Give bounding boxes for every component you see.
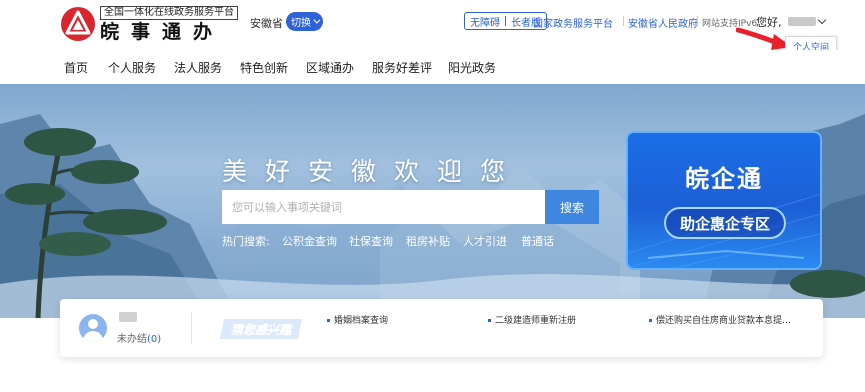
user-name-redacted[interactable] <box>788 17 816 26</box>
enterprise-zone-button[interactable]: 助企惠企专区 <box>664 207 786 239</box>
user-menu-chevron-icon[interactable] <box>817 15 827 25</box>
nav-item-open-government[interactable]: 阳光政务 <box>448 59 496 76</box>
chevron-down-icon <box>313 16 321 24</box>
promo-title: 皖企通 <box>685 165 763 193</box>
hot-search-link[interactable]: 普通话 <box>521 233 554 249</box>
avatar[interactable] <box>79 314 107 342</box>
search-button[interactable]: 搜索 <box>545 190 599 224</box>
hot-search-link[interactable]: 租房补贴 <box>406 233 450 249</box>
user-name-redacted <box>119 312 137 322</box>
national-platform-link[interactable]: 国家政务服务平台 <box>533 15 613 30</box>
interest-label: 猜您感兴趣 <box>231 323 293 337</box>
user-icon-body <box>83 331 103 342</box>
pending-label: 未办结 <box>117 334 147 345</box>
switch-region-button[interactable]: 切换 <box>286 12 323 31</box>
wanshitong-logo-icon <box>61 7 95 41</box>
hot-search-label: 热门搜索: <box>222 235 270 248</box>
nav-item-home[interactable]: 首页 <box>64 59 88 76</box>
news-item-label: 婚姻档案查询 <box>334 316 389 326</box>
provincial-government-link[interactable]: 安徽省人民政府 <box>628 15 698 30</box>
bullet-icon <box>327 319 330 322</box>
search-input[interactable] <box>222 190 545 224</box>
enterprise-promo-card[interactable]: 皖企通 助企惠企专区 <box>626 131 822 270</box>
news-item[interactable]: 偿还购买自住房商业贷款本息提… <box>649 313 791 326</box>
promo-background-lines-icon <box>628 193 820 268</box>
divider <box>623 16 624 26</box>
interest-badge: 猜您感兴趣 <box>220 319 302 339</box>
news-item[interactable]: 婚姻档案查询 <box>327 313 388 326</box>
bullet-icon <box>488 319 491 322</box>
nav-item-personal-services[interactable]: 个人服务 <box>108 59 156 76</box>
divider <box>191 312 192 344</box>
hot-search-link[interactable]: 公积金查询 <box>282 233 337 249</box>
accessibility-link[interactable]: 无障碍 <box>465 14 505 29</box>
hero-banner: 美好安徽欢迎您 搜索 热门搜索: 公积金查询 社保查询 租房补贴 人才引进 普通… <box>0 84 865 318</box>
divider <box>697 16 698 26</box>
nav-item-featured-innovation[interactable]: 特色创新 <box>240 59 288 76</box>
nav-item-regional-services[interactable]: 区域通办 <box>306 59 354 76</box>
hot-search-link[interactable]: 人才引进 <box>463 233 507 249</box>
news-item-label: 二级建造师重新注册 <box>495 316 577 326</box>
pending-count: (0) <box>147 334 162 345</box>
news-item[interactable]: 二级建造师重新注册 <box>488 313 576 326</box>
nav-item-corporate-services[interactable]: 法人服务 <box>174 59 222 76</box>
province-label: 安徽省 <box>250 17 283 30</box>
switch-label: 切换 <box>291 18 311 29</box>
welcome-heading: 美好安徽欢迎您 <box>222 157 524 186</box>
bullet-icon <box>649 319 652 322</box>
main-nav: 首页 个人服务 法人服务 特色创新 区域通办 服务好差评 阳光政务 <box>0 50 865 84</box>
brand-block: 全国一体化在线政务服务平台 皖事通办 <box>100 6 238 44</box>
brand-title: 皖事通办 <box>100 21 225 43</box>
user-icon <box>88 319 98 329</box>
brand-subtitle: 全国一体化在线政务服务平台 <box>100 6 238 20</box>
nav-item-service-rating[interactable]: 服务好差评 <box>372 59 432 76</box>
pending-items[interactable]: 未办结(0) <box>117 330 161 345</box>
news-item-label: 偿还购买自住房商业贷款本息提… <box>656 316 792 326</box>
user-summary-card: 未办结(0) 猜您感兴趣 婚姻档案查询 二级建造师重新注册 偿还购买自住房商业贷… <box>60 299 823 357</box>
hot-search-link[interactable]: 社保查询 <box>349 233 393 249</box>
